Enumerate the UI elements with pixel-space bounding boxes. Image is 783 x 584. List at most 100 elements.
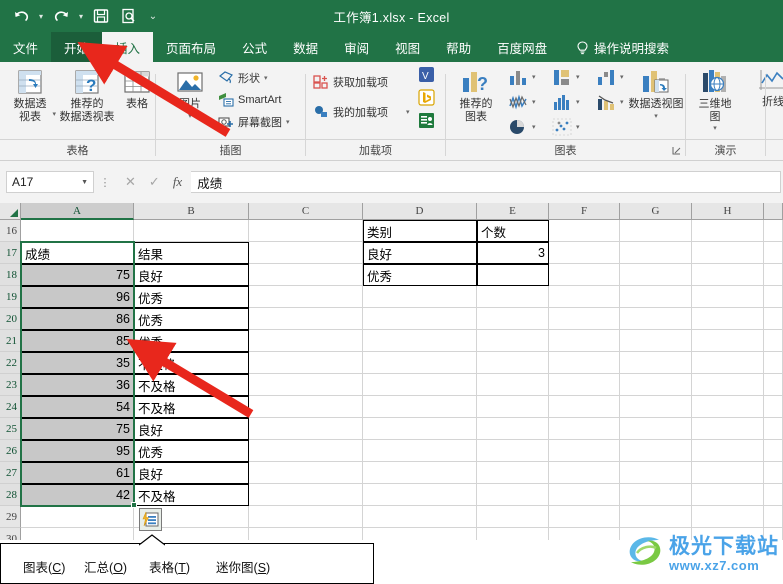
grid-cell-D17[interactable]: 良好 [363,242,477,264]
ribbon-tab-7[interactable]: 视图 [382,32,433,62]
grid-cell-B20[interactable]: 优秀 [134,308,249,330]
grid-cell-empty[interactable] [620,242,692,264]
grid-cell-empty[interactable] [363,528,477,540]
ribbon-tab-4[interactable]: 公式 [229,32,280,62]
pictures-button[interactable]: 图片 ▾ [170,68,210,123]
grid-cell-A26[interactable]: 95 [21,440,134,462]
grid-cell-B19[interactable]: 优秀 [134,286,249,308]
grid-cell-empty[interactable] [249,286,363,308]
grid-cell-empty[interactable] [620,352,692,374]
column-header-D[interactable]: D [363,203,477,220]
pivot-chart-caret-icon[interactable]: ▾ [654,111,658,124]
grid-cell-empty[interactable] [363,352,477,374]
grid-cell-A17[interactable]: 成绩 [21,242,134,264]
fill-handle[interactable] [131,502,137,508]
grid-cell-empty[interactable] [549,462,620,484]
grid-cell-empty[interactable] [549,286,620,308]
grid-cell-empty[interactable] [692,286,764,308]
histogram-chart-button[interactable]: ▾ [552,93,580,111]
waterfall-chart-button[interactable]: ▾ [596,68,624,86]
waterfall-chart-caret-icon[interactable]: ▾ [620,73,624,81]
grid-cell-A28[interactable]: 42 [21,484,134,506]
grid-cell-empty[interactable] [692,242,764,264]
grid-cell-B23[interactable]: 不及格 [134,374,249,396]
pictures-caret-icon[interactable]: ▾ [188,111,192,124]
grid-cell-empty[interactable] [477,440,549,462]
grid-cell-A20[interactable]: 86 [21,308,134,330]
grid-cell-empty[interactable] [692,374,764,396]
grid-cell-empty[interactable] [549,396,620,418]
grid-cell-empty[interactable] [363,330,477,352]
grid-cell-empty[interactable] [477,330,549,352]
grid-cell-empty[interactable] [477,374,549,396]
grid-cell-empty[interactable] [363,484,477,506]
column-header-H[interactable]: H [692,203,764,220]
customize-qat-icon[interactable]: ⌄ [148,4,158,28]
row-header-29[interactable]: 29 [0,506,21,528]
grid-cell-empty[interactable] [363,308,477,330]
formula-input[interactable]: 成绩 [191,171,781,193]
grid-cell-empty[interactable] [692,308,764,330]
redo-dropdown-icon[interactable]: ▾ [76,4,86,28]
grid-cell-empty[interactable] [249,220,363,242]
row-header-27[interactable]: 27 [0,462,21,484]
row-header-28[interactable]: 28 [0,484,21,506]
combo-chart-caret-icon[interactable]: ▾ [620,98,624,106]
grid-cell-empty[interactable] [249,308,363,330]
row-header-16[interactable]: 16 [0,220,21,242]
quick-analysis-tab-汇总[interactable]: 汇总(O) [84,557,127,576]
grid-cell-D16[interactable]: 类别 [363,220,477,242]
grid-cell-empty[interactable] [249,330,363,352]
undo-dropdown-icon[interactable]: ▾ [36,4,46,28]
row-header-22[interactable]: 22 [0,352,21,374]
grid-cell-empty[interactable] [692,462,764,484]
pie-chart-caret-icon[interactable]: ▾ [532,123,536,131]
grid-cell-empty[interactable] [764,352,783,374]
my-addins-button[interactable]: 我的加载项 ▾ [313,104,410,120]
grid-cell-empty[interactable] [764,242,783,264]
grid-cell-empty[interactable] [764,484,783,506]
grid-cell-empty[interactable] [549,264,620,286]
grid-cell-empty[interactable] [764,308,783,330]
insert-function-icon[interactable]: fx [173,174,182,190]
grid-cell-empty[interactable] [549,308,620,330]
get-addins-button[interactable]: 获取加载项 [313,74,388,90]
chart-dialog-launcher-icon[interactable] [672,146,681,157]
column-chart-caret-icon[interactable]: ▾ [532,73,536,81]
scatter-chart-caret-icon[interactable]: ▾ [576,123,580,131]
grid-cell-empty[interactable] [21,528,134,540]
quick-analysis-tab-表格[interactable]: 表格(T) [149,557,190,576]
grid-cell-B24[interactable]: 不及格 [134,396,249,418]
bar-chart-caret-icon[interactable]: ▾ [576,73,580,81]
ribbon-tab-0[interactable]: 文件 [0,32,51,62]
quick-analysis-button[interactable] [139,508,162,531]
recommended-pivot-table-button[interactable]: ? 推荐的 数据透视表 [56,68,118,123]
undo-icon[interactable] [8,4,34,28]
grid-cell-empty[interactable] [620,286,692,308]
grid-cell-empty[interactable] [249,440,363,462]
grid-cell-empty[interactable] [363,374,477,396]
grid-cell-empty[interactable] [764,330,783,352]
grid-cell-empty[interactable] [363,462,477,484]
grid-cell-empty[interactable] [249,352,363,374]
shapes-button[interactable]: 形状 ▾ [218,70,268,86]
grid-cell-empty[interactable] [21,506,134,528]
grid-cell-empty[interactable] [363,418,477,440]
grid-cell-A18[interactable]: 75 [21,264,134,286]
ribbon-tab-5[interactable]: 数据 [280,32,331,62]
screenshot-caret-icon[interactable]: ▾ [286,118,290,126]
pie-chart-button[interactable]: ▾ [508,118,536,136]
grid-cell-empty[interactable] [249,264,363,286]
ribbon-tab-9[interactable]: 百度网盘 [484,32,560,62]
select-all-corner[interactable] [0,203,21,220]
grid-cell-empty[interactable] [477,308,549,330]
grid-cell-empty[interactable] [620,374,692,396]
row-header-20[interactable]: 20 [0,308,21,330]
grid-cell-empty[interactable] [21,220,134,242]
grid-cell-empty[interactable] [249,418,363,440]
grid-cell-A24[interactable]: 54 [21,396,134,418]
grid-cell-empty[interactable] [249,396,363,418]
column-header-A[interactable]: A [21,203,134,220]
grid-cell-E16[interactable]: 个数 [477,220,549,242]
grid-cell-empty[interactable] [764,396,783,418]
